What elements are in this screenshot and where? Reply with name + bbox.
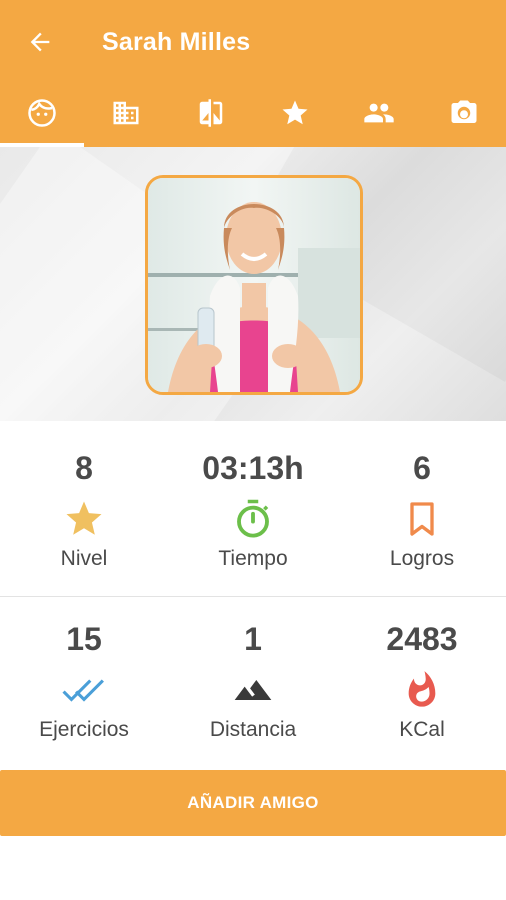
stat-time-value: 03:13h	[202, 450, 304, 486]
stopwatch-icon	[237, 499, 269, 538]
back-button[interactable]	[22, 24, 58, 60]
stat-exercises-value: 15	[66, 621, 102, 657]
stat-calories-label: KCal	[399, 718, 445, 741]
stat-achievements-label: Logros	[389, 547, 455, 570]
star-icon	[282, 100, 308, 124]
mountain-icon	[234, 680, 272, 700]
tab-bar	[0, 78, 506, 147]
stat-distance: 1 Distancia	[168, 596, 338, 768]
stat-achievements-value: 6	[413, 450, 431, 486]
camera-icon	[451, 100, 477, 123]
tab-photos[interactable]	[422, 78, 506, 147]
add-friend-button[interactable]: AÑADIR AMIGO	[0, 770, 506, 836]
tab-favorites[interactable]	[253, 78, 337, 147]
stat-achievements: 6 Logros	[338, 421, 506, 593]
tab-business[interactable]	[84, 78, 168, 147]
double-check-icon	[62, 679, 104, 702]
profile-photo-image	[148, 178, 360, 392]
stat-level-value: 8	[75, 450, 93, 486]
stat-level: 8 Nivel	[0, 421, 168, 593]
face-icon	[28, 98, 56, 127]
app-bar: Sarah Milles	[0, 0, 506, 147]
stats-row-2: 15 Ejercicios 1 Distancia 2483 KCal	[0, 596, 506, 768]
stats-row-1: 8 Nivel 03:13h Tiempo 6 Logros	[0, 421, 506, 593]
bookmark-icon	[410, 502, 434, 536]
star-icon	[66, 501, 102, 535]
flame-icon	[408, 671, 436, 707]
building-icon	[113, 101, 139, 124]
stat-calories-value: 2483	[386, 621, 458, 657]
stat-distance-value: 1	[244, 621, 262, 657]
stat-time: 03:13h Tiempo	[168, 421, 338, 593]
stat-exercises: 15 Ejercicios	[0, 596, 168, 768]
arrow-back-icon	[30, 32, 50, 52]
people-icon	[364, 103, 395, 122]
profile-photo[interactable]	[145, 175, 363, 395]
compare-icon	[199, 98, 223, 127]
tab-compare[interactable]	[169, 78, 253, 147]
tab-friends[interactable]	[337, 78, 421, 147]
page-title: Sarah Milles	[102, 28, 251, 56]
stat-exercises-label: Ejercicios	[39, 718, 129, 741]
stat-calories: 2483 KCal	[338, 596, 506, 768]
stat-level-label: Nivel	[60, 547, 108, 570]
tab-profile[interactable]	[0, 78, 85, 147]
stat-time-label: Tiempo	[218, 547, 288, 570]
stat-distance-label: Distancia	[209, 718, 297, 741]
